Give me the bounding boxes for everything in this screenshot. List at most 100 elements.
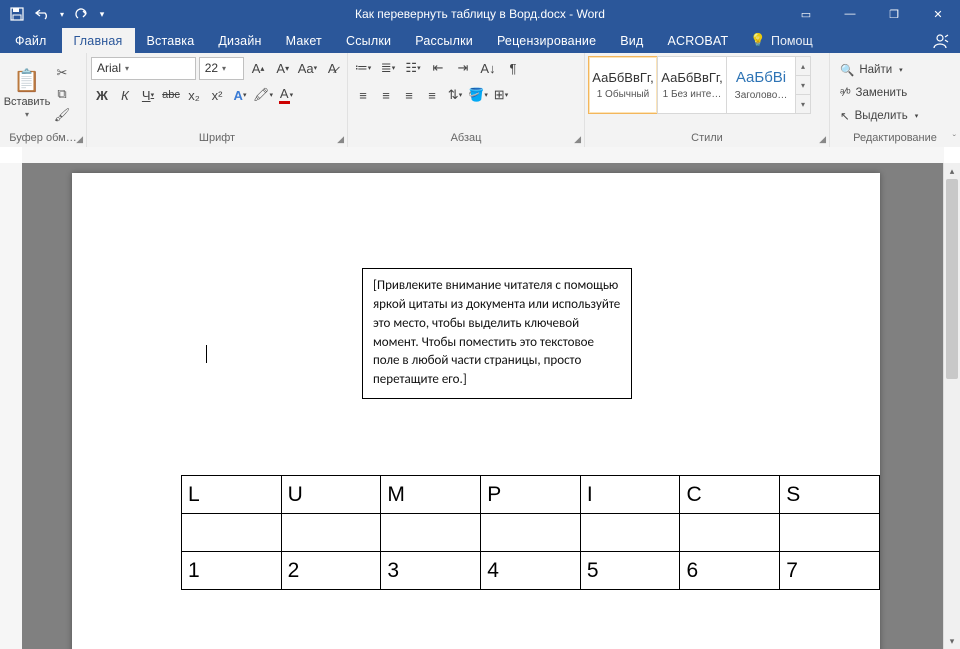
styles-gallery-more[interactable]: ▴ ▾ ▾: [795, 56, 811, 114]
table-cell[interactable]: 5: [580, 552, 680, 590]
underline-button[interactable]: Ч▾: [137, 84, 159, 106]
tab-layout[interactable]: Макет: [274, 28, 334, 53]
justify-button[interactable]: ≡: [421, 84, 443, 106]
canvas[interactable]: [Привлеките внимание читателя с помощью …: [22, 163, 944, 649]
show-marks-button[interactable]: ¶: [502, 57, 524, 79]
table-cell[interactable]: 4: [481, 552, 581, 590]
tab-references[interactable]: Ссылки: [334, 28, 403, 53]
tab-mailings[interactable]: Рассылки: [403, 28, 485, 53]
table-cell[interactable]: 3: [381, 552, 481, 590]
shrink-font-button[interactable]: A▾: [272, 57, 294, 79]
close-button[interactable]: ✕: [916, 0, 960, 28]
vertical-scrollbar[interactable]: ▴ ▾: [943, 163, 960, 649]
font-size-combo[interactable]: 22▾: [199, 57, 245, 80]
scrollbar-track[interactable]: [944, 179, 960, 633]
table-cell[interactable]: P: [481, 476, 581, 514]
horizontal-ruler[interactable]: [22, 147, 944, 164]
undo-dropdown[interactable]: ▾: [56, 0, 68, 28]
table-cell[interactable]: S: [780, 476, 880, 514]
tab-insert[interactable]: Вставка: [135, 28, 207, 53]
align-right-button[interactable]: ≡: [398, 84, 420, 106]
tab-design[interactable]: Дизайн: [206, 28, 273, 53]
font-color-button[interactable]: A▾: [275, 84, 297, 106]
dialog-launcher-icon[interactable]: ◢: [76, 132, 83, 147]
table-cell[interactable]: 2: [281, 552, 381, 590]
scrollbar-thumb[interactable]: [946, 179, 958, 379]
ribbon-display-options[interactable]: ▭: [784, 0, 828, 28]
qat-customize[interactable]: ▾: [94, 0, 110, 28]
table-cell[interactable]: [281, 514, 381, 552]
table-cell[interactable]: [680, 514, 780, 552]
tab-acrobat[interactable]: ACROBAT: [655, 28, 740, 53]
tab-file[interactable]: Файл: [0, 28, 62, 53]
table-cell[interactable]: C: [680, 476, 780, 514]
document-table[interactable]: L U M P I C S 1: [181, 475, 880, 590]
dialog-launcher-icon[interactable]: ◢: [574, 132, 581, 147]
undo-button[interactable]: [30, 0, 56, 28]
tab-home[interactable]: Главная: [62, 28, 135, 53]
subscript-button[interactable]: x₂: [183, 84, 205, 106]
vertical-ruler[interactable]: [0, 163, 23, 649]
tell-me[interactable]: 💡 Помощ: [740, 28, 822, 53]
table-cell[interactable]: 1: [182, 552, 282, 590]
table-cell[interactable]: U: [281, 476, 381, 514]
table-row[interactable]: 1 2 3 4 5 6 7: [182, 552, 880, 590]
share-button[interactable]: [920, 28, 960, 53]
table-cell[interactable]: I: [580, 476, 680, 514]
strikethrough-button[interactable]: abc: [160, 84, 182, 106]
shading-button[interactable]: 🪣▾: [467, 84, 489, 106]
italic-button[interactable]: К: [114, 84, 136, 106]
cut-button[interactable]: ✂: [52, 64, 72, 82]
table-cell[interactable]: L: [182, 476, 282, 514]
tab-view[interactable]: Вид: [608, 28, 655, 53]
superscript-button[interactable]: x²: [206, 84, 228, 106]
sort-button[interactable]: A↓: [477, 57, 499, 79]
restore-button[interactable]: ❐: [872, 0, 916, 28]
highlight-button[interactable]: 🖍▾: [252, 84, 274, 106]
style-normal[interactable]: АаБбВвГг, 1 Обычный: [588, 56, 658, 114]
select-button[interactable]: ↖Выделить▾: [840, 106, 918, 126]
scroll-up-button[interactable]: ▴: [944, 163, 960, 179]
style-heading1[interactable]: АаБбВі Заголово…: [726, 56, 796, 114]
table-cell[interactable]: [381, 514, 481, 552]
scroll-down-button[interactable]: ▾: [944, 633, 960, 649]
style-no-spacing[interactable]: АаБбВвГг, 1 Без инте…: [657, 56, 727, 114]
redo-button[interactable]: [68, 0, 94, 28]
copy-button[interactable]: ⧉: [52, 85, 72, 103]
dialog-launcher-icon[interactable]: ◢: [337, 132, 344, 147]
collapse-ribbon-button[interactable]: ˇ: [953, 134, 956, 145]
table-cell[interactable]: [780, 514, 880, 552]
table-row[interactable]: [182, 514, 880, 552]
minimize-button[interactable]: —: [828, 0, 872, 28]
table-row[interactable]: L U M P I C S: [182, 476, 880, 514]
line-spacing-button[interactable]: ⇅▾: [444, 84, 466, 106]
decrease-indent-button[interactable]: ⇤: [427, 57, 449, 79]
align-center-button[interactable]: ≡: [375, 84, 397, 106]
table-cell[interactable]: [580, 514, 680, 552]
text-effects-button[interactable]: A▾: [229, 84, 251, 106]
table-cell[interactable]: [182, 514, 282, 552]
paste-button[interactable]: 📋 Вставить ▾: [4, 56, 50, 131]
table-cell[interactable]: M: [381, 476, 481, 514]
multilevel-button[interactable]: ☷▾: [402, 57, 424, 79]
find-button[interactable]: 🔍Найти▾: [840, 60, 918, 80]
numbering-button[interactable]: ≣▾: [377, 57, 399, 79]
text-box-callout[interactable]: [Привлеките внимание читателя с помощью …: [362, 268, 632, 399]
bullets-button[interactable]: ≔▾: [352, 57, 374, 79]
borders-button[interactable]: ⊞▾: [490, 84, 512, 106]
align-left-button[interactable]: ≡: [352, 84, 374, 106]
bold-button[interactable]: Ж: [91, 84, 113, 106]
table-cell[interactable]: 6: [680, 552, 780, 590]
dialog-launcher-icon[interactable]: ◢: [819, 132, 826, 147]
tab-review[interactable]: Рецензирование: [485, 28, 608, 53]
clear-formatting-button[interactable]: A̷: [321, 57, 343, 79]
table-cell[interactable]: 7: [780, 552, 880, 590]
grow-font-button[interactable]: A▴: [247, 57, 269, 79]
change-case-button[interactable]: Aa▾: [297, 57, 319, 79]
format-painter-button[interactable]: 🖌: [52, 106, 72, 124]
save-button[interactable]: [4, 0, 30, 28]
page[interactable]: [Привлеките внимание читателя с помощью …: [72, 173, 880, 649]
increase-indent-button[interactable]: ⇥: [452, 57, 474, 79]
table-cell[interactable]: [481, 514, 581, 552]
font-name-combo[interactable]: Arial▾: [91, 57, 196, 80]
